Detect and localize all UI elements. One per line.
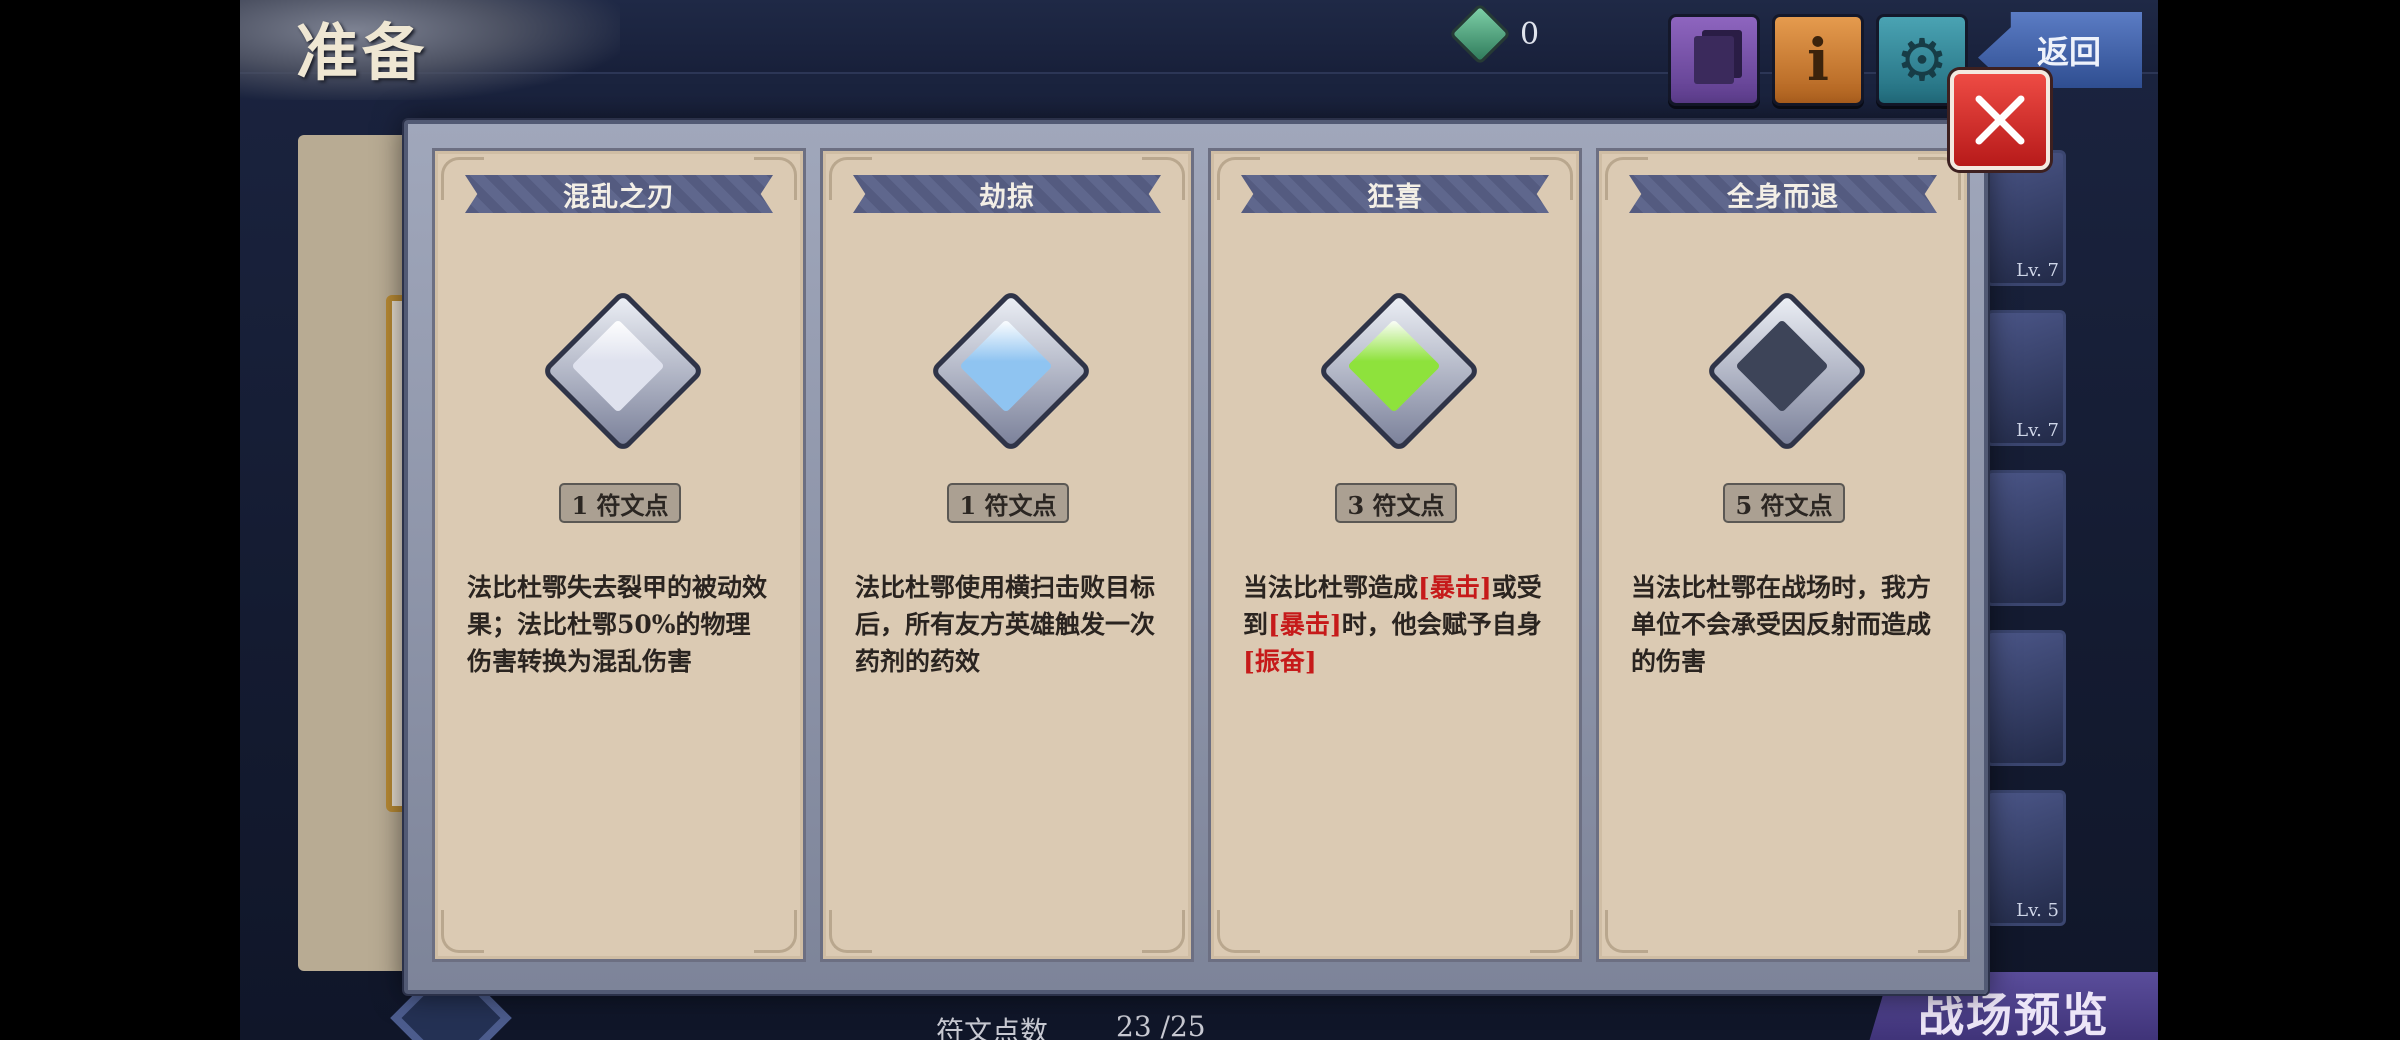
description-text: 当法比杜鄂造成 (1243, 573, 1419, 602)
card-corner-ornament (1918, 910, 1961, 953)
card-title: 混乱之刃 (563, 181, 675, 213)
card-corner-ornament (1217, 910, 1260, 953)
card-title: 狂喜 (1367, 181, 1423, 213)
card-corner-ornament (441, 910, 484, 953)
description-text: 当法比杜鄂在战场时，我方单位不会承受因反射而造成的伤害 (1631, 573, 1932, 676)
rune-card[interactable]: 劫掠 1 符文点法比杜鄂使用横扫击败目标后，所有友方英雄触发一次药剂的药效 (820, 148, 1194, 962)
keyword-highlight: [暴击] (1418, 573, 1492, 602)
info-button[interactable]: i (1772, 14, 1864, 106)
hero-slot[interactable]: Lv. 7 (1986, 150, 2066, 286)
hero-level: Lv. 5 (2016, 900, 2059, 921)
page-title: 准备 (296, 16, 429, 89)
card-title: 全身而退 (1727, 181, 1839, 213)
info-icon: i (1806, 26, 1830, 94)
keyword-highlight: [振奋] (1243, 647, 1317, 676)
close-button[interactable] (1950, 70, 2050, 170)
gear-icon: ⚙ (1896, 26, 1948, 94)
card-description: 法比杜鄂使用横扫击败目标后，所有友方英雄触发一次药剂的药效 (855, 569, 1155, 680)
hero-list: Lv. 7 Lv. 7 Lv. 5 (1986, 150, 2142, 930)
dark-diamond-icon (1704, 288, 1870, 454)
description-text: 时，他会赋予自身 (1341, 610, 1542, 639)
card-title-ribbon: 混乱之刃 (465, 175, 773, 213)
card-description: 法比杜鄂失去裂甲的被动效果；法比杜鄂50%的物理伤害转换为混乱伤害 (467, 569, 767, 680)
back-label: 返回 (2036, 33, 2101, 71)
card-description: 当法比杜鄂造成[暴击]或受到[暴击]时，他会赋予自身[振奋] (1243, 569, 1543, 680)
hero-slot[interactable]: Lv. 7 (1986, 310, 2066, 446)
card-corner-ornament (829, 910, 872, 953)
journal-button[interactable] (1668, 14, 1760, 106)
card-title-ribbon: 全身而退 (1629, 175, 1937, 213)
currency-value: 0 (1520, 16, 1540, 52)
white-diamond-icon (540, 288, 706, 454)
book-icon (1694, 36, 1734, 84)
description-text: 法比杜鄂使用横扫击败目标后，所有友方英雄触发一次药剂的药效 (855, 573, 1156, 676)
description-text: 法比杜鄂失去裂甲的被动效果；法比杜鄂50%的物理伤害转换为混乱伤害 (467, 573, 768, 676)
card-title-ribbon: 狂喜 (1241, 175, 1549, 213)
keyword-highlight: [暴击] (1268, 610, 1342, 639)
rune-gem-icon (1448, 2, 1512, 66)
card-corner-ornament (1605, 910, 1648, 953)
rune-cost-badge: 1 符文点 (559, 483, 681, 523)
hero-slot[interactable]: Lv. 5 (1986, 790, 2066, 926)
rune-points-value: 23 /25 (1116, 1010, 1206, 1040)
card-corner-ornament (1142, 910, 1185, 953)
card-title: 劫掠 (979, 181, 1035, 213)
rune-points-label: 符文点数 (936, 1015, 1049, 1040)
card-corner-ornament (754, 910, 797, 953)
rune-card[interactable]: 混乱之刃 1 符文点法比杜鄂失去裂甲的被动效果；法比杜鄂50%的物理伤害转换为混乱… (432, 148, 806, 962)
blue-diamond-icon (928, 288, 1094, 454)
hero-level: Lv. 7 (2016, 260, 2059, 281)
top-bar: 准备 0 (240, 0, 2158, 100)
green-diamond-icon (1316, 288, 1482, 454)
rune-card[interactable]: 全身而退 5 符文点当法比杜鄂在战场时，我方单位不会承受因反射而造成的伤害 (1596, 148, 1970, 962)
rune-cost-badge: 5 符文点 (1723, 483, 1845, 523)
hero-level: Lv. 7 (2016, 420, 2059, 441)
close-icon (1975, 95, 2025, 145)
hero-slot[interactable] (1986, 470, 2066, 606)
hero-slot[interactable] (1986, 630, 2066, 766)
rune-cost-badge: 3 符文点 (1335, 483, 1457, 523)
card-corner-ornament (1530, 910, 1573, 953)
card-description: 当法比杜鄂在战场时，我方单位不会承受因反射而造成的伤害 (1631, 569, 1931, 680)
card-title-ribbon: 劫掠 (853, 175, 1161, 213)
rune-card[interactable]: 狂喜 3 符文点 当法比杜鄂造成[暴击]或受到[暴击]时，他会赋予自身[振奋] (1208, 148, 1582, 962)
currency-display: 0 (1448, 2, 1540, 66)
rune-cost-badge: 1 符文点 (947, 483, 1069, 523)
